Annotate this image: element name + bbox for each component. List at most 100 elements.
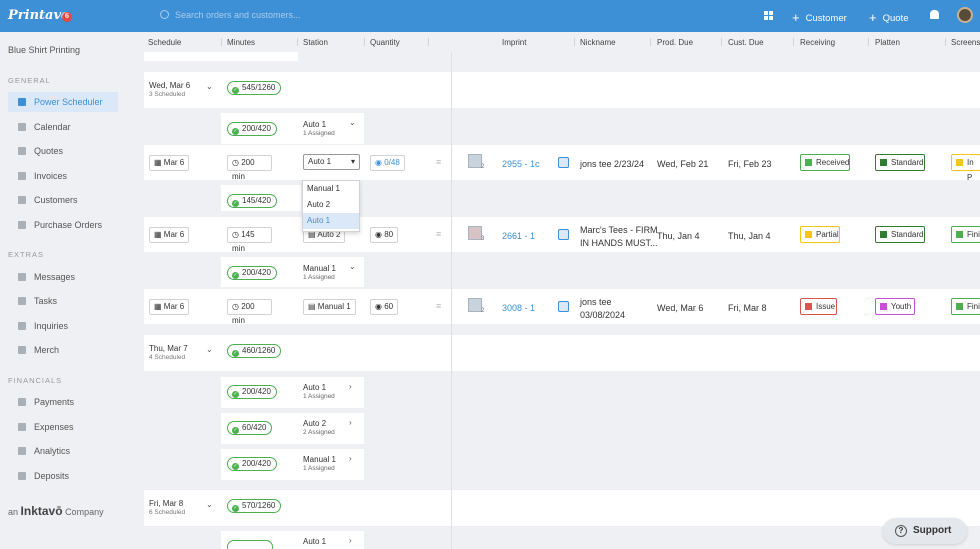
search-input[interactable]: Search orders and customers... [160,10,301,20]
help-icon: ? [895,525,907,537]
top-bar: Printavo 6 Search orders and customers...… [0,0,980,32]
sidebar-item-payments[interactable]: Payments [8,392,118,412]
messages-icon [18,273,26,281]
open-link-icon[interactable] [558,301,569,312]
chevron-right-icon[interactable]: › [349,382,352,391]
sidebar-item-deposits[interactable]: Deposits [8,466,118,486]
station-chip[interactable]: ▤ Manual 1 [303,299,356,315]
drag-handle-icon[interactable]: ≡ [436,301,441,311]
check-icon [18,297,26,305]
open-link-icon[interactable] [558,157,569,168]
notification-badge: 6 [62,12,72,22]
chevron-down-icon[interactable]: ⌄ [349,262,356,271]
chevron-down-icon[interactable]: ⌄ [206,345,213,354]
avatar[interactable] [957,7,973,23]
dropdown-option-selected[interactable]: Auto 1 [303,213,359,229]
sidebar-item-calendar[interactable]: Calendar [8,117,118,137]
station-dropdown-menu[interactable]: Manual 1 Auto 2 Auto 1 [302,180,360,232]
add-quote-button[interactable]: + Quote [869,10,908,25]
imprint-thumbnail[interactable] [468,226,482,240]
dropdown-option[interactable]: Auto 2 [303,197,359,213]
col-schedule: Schedule [148,38,182,47]
date-chip[interactable]: ▦ Mar 6 [149,227,190,243]
receiving-status[interactable]: Partial [800,226,840,243]
screens-status[interactable]: In P [951,154,980,182]
capacity-pill: ✓ 200/420 [227,266,277,280]
receiving-status[interactable]: Received [800,154,850,171]
drag-handle-icon[interactable]: ≡ [436,157,441,167]
capacity-pill: ✓ 200/420 [227,385,277,399]
imprint-link[interactable]: 3008 - 1 [502,303,535,313]
dollar-icon [18,398,26,406]
section-general: GENERAL [8,76,51,85]
cust-due: Fri, Feb 23 [728,159,772,169]
sidebar-item-quotes[interactable]: Quotes [8,141,118,161]
station-group: Auto 1 [303,537,327,546]
sidebar-item-purchase-orders[interactable]: Purchase Orders [8,215,118,235]
platten-status[interactable]: Standard [875,226,925,243]
sidebar-item-invoices[interactable]: Invoices [8,166,118,186]
quantity-chip[interactable]: ◉ 0/48 [370,155,405,171]
chevron-right-icon[interactable]: › [349,418,352,427]
sidebar-item-expenses[interactable]: Expenses [8,417,118,437]
dropdown-option[interactable]: Manual 1 [303,181,359,197]
capacity-pill: ✓ 145/420 [227,194,277,208]
chevron-down-icon[interactable]: ⌄ [206,500,213,509]
invoice-icon [18,172,26,180]
sidebar-item-power-scheduler[interactable]: Power Scheduler [8,92,118,112]
sidebar-item-customers[interactable]: Customers [8,190,118,210]
col-minutes: Minutes [227,38,256,47]
sidebar-item-tasks[interactable]: Tasks [8,291,118,311]
drag-handle-icon[interactable]: ≡ [436,229,441,239]
bell-icon[interactable] [930,10,939,19]
minutes-chip[interactable]: ◷ 200 min [227,299,272,325]
scheduler-icon [18,98,26,106]
imprint-thumbnail[interactable] [468,298,482,312]
apps-grid-icon[interactable] [764,11,773,20]
sidebar-item-analytics[interactable]: Analytics [8,441,118,461]
platten-status[interactable]: Standard [875,154,925,171]
minutes-chip[interactable]: ◷ 200 min [227,155,272,181]
chevron-down-icon[interactable]: ⌄ [206,82,213,91]
imprint-link[interactable]: 2955 - 1c [502,159,540,169]
prod-due: Thu, Jan 4 [657,231,700,241]
add-customer-button[interactable]: + Customer [792,10,847,25]
station-select[interactable]: Auto 1 ▾ [303,154,360,170]
receiving-status[interactable]: Issue [800,298,837,315]
imprint-thumbnail[interactable] [468,154,482,168]
col-station: Station [303,38,328,47]
sidebar-item-merch[interactable]: Merch [8,340,118,360]
capacity-pill [227,540,273,549]
station-group: Manual 11 Assigned [303,264,336,281]
printavo-logo[interactable]: Printavo 6 [8,8,72,23]
capacity-pill: ✓ 200/420 [227,457,277,471]
document-icon [18,221,26,229]
date-chip[interactable]: ▦ Mar 6 [149,155,190,171]
open-link-icon[interactable] [558,229,569,240]
screens-status[interactable]: Fini [951,226,980,243]
screens-status[interactable]: Fini [951,298,980,315]
quantity-chip[interactable]: ◉ 60 [370,299,399,315]
user-icon [18,196,26,204]
col-quantity: Quantity [370,38,400,47]
plus-icon: + [869,10,877,25]
col-cust-due: Cust. Due [728,38,764,47]
sidebar-item-inquiries[interactable]: Inquiries [8,316,118,336]
day-label: Thu, Mar 74 Scheduled [149,344,188,361]
chevron-right-icon[interactable]: › [349,454,352,463]
support-button[interactable]: ? Support [883,518,967,544]
calendar-icon [18,123,26,131]
imprint-link[interactable]: 2661 - 1 [502,231,535,241]
platten-status[interactable]: Youth [875,298,915,315]
date-chip[interactable]: ▦ Mar 6 [149,299,190,315]
capacity-pill: ✓ 570/1260 [227,499,282,513]
org-name[interactable]: Blue Shirt Printing [8,45,80,55]
bar-chart-icon [18,447,26,455]
minutes-chip[interactable]: ◷ 145 min [227,227,272,253]
quantity-chip[interactable]: ◉ 80 [370,227,399,243]
col-prod-due: Prod. Due [657,38,694,47]
chevron-right-icon[interactable]: › [349,536,352,545]
chevron-down-icon[interactable]: ⌄ [349,118,356,127]
pencil-icon [18,147,26,155]
sidebar-item-messages[interactable]: Messages [8,267,118,287]
